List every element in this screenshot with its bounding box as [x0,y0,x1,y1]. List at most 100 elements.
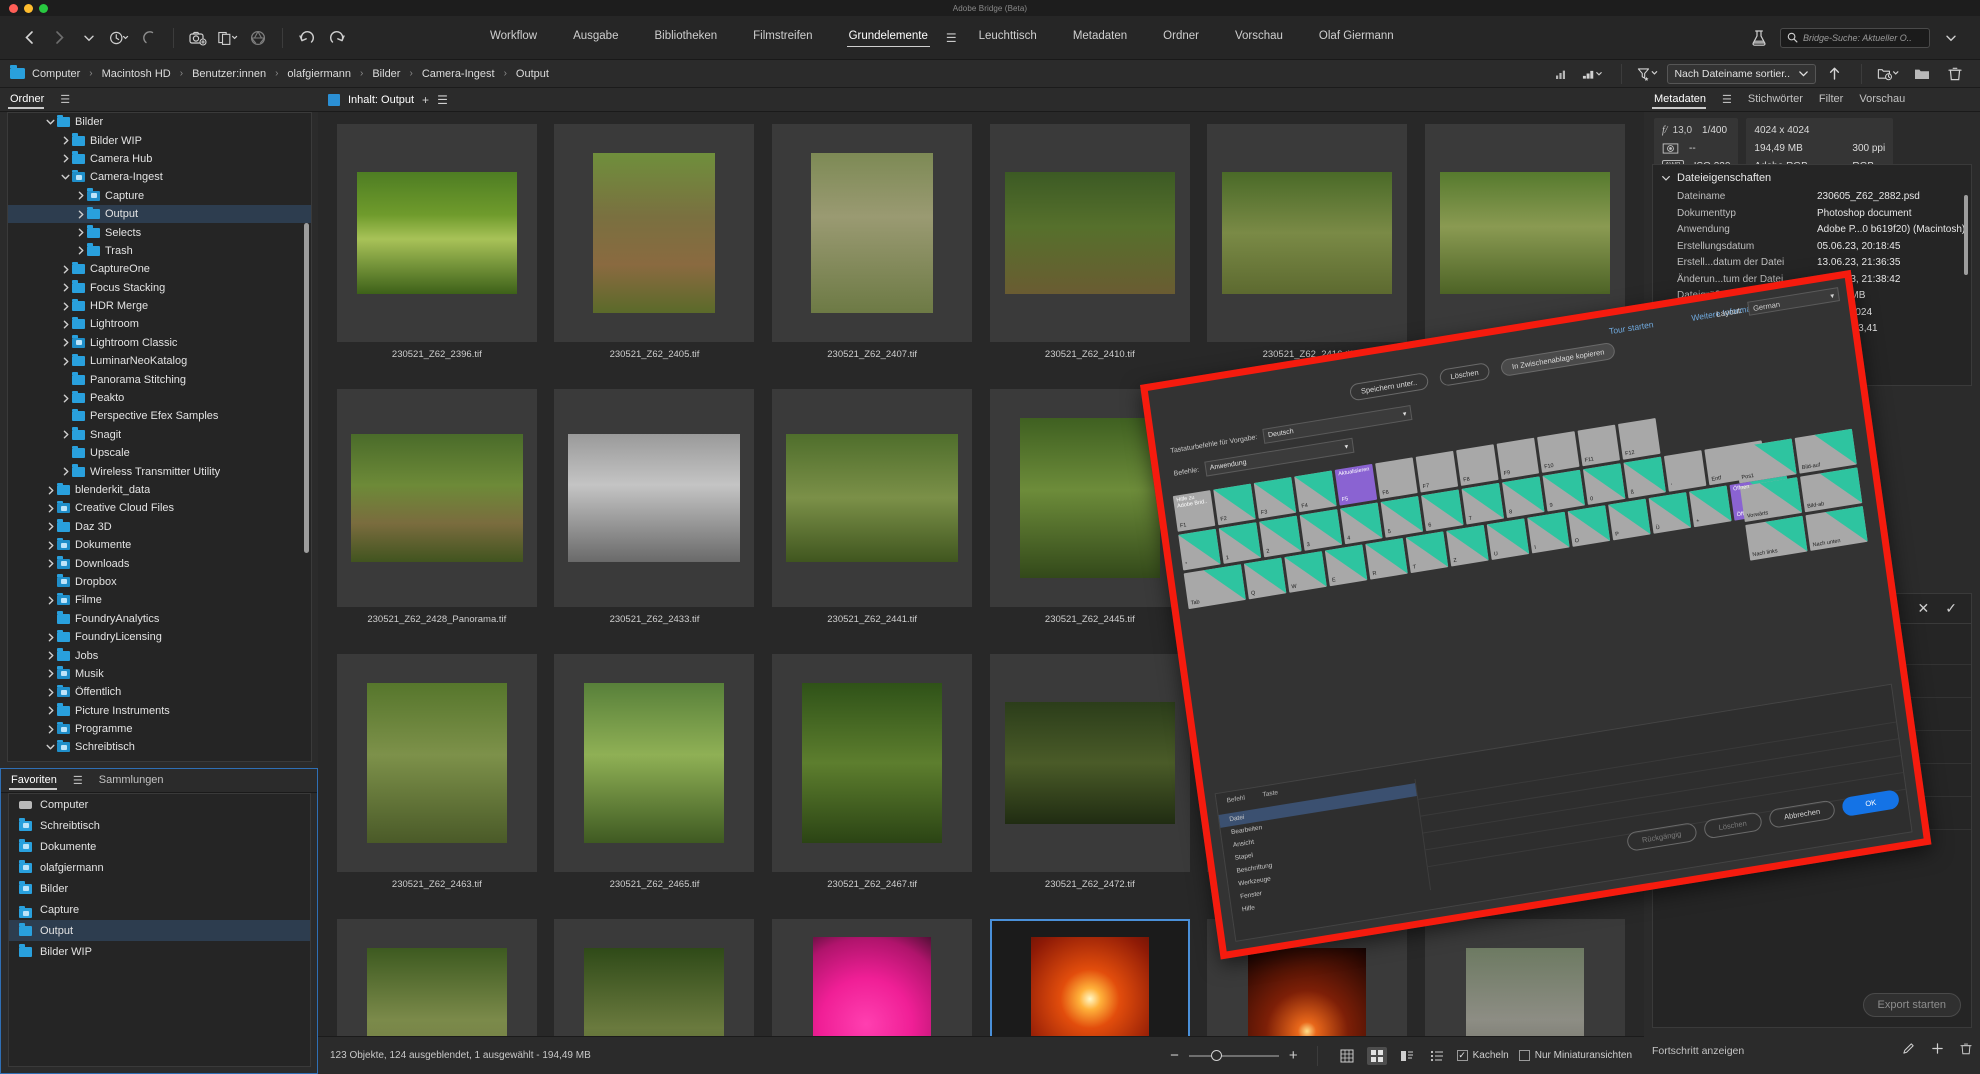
overlay-key[interactable]: P [1608,498,1651,541]
overlay-key[interactable]: R [1365,537,1408,580]
folder-tree-item[interactable]: Panorama Stitching [8,370,311,388]
folder-tree-item[interactable]: CaptureOne [8,260,311,278]
thumbnail-frame[interactable] [989,654,1190,872]
chevron-down-icon[interactable] [59,173,72,181]
chevron-right-icon[interactable] [44,522,57,531]
workspace-tab-leuchttisch[interactable]: Leuchttisch [961,26,1055,49]
thumbnail-cell[interactable]: 230521_Z62_2441.tif [763,385,981,650]
overlay-key[interactable]: 9 [1542,469,1585,512]
overlay-key[interactable]: Ü [1648,492,1692,534]
overlay-key[interactable]: F7 [1415,450,1459,493]
overlay-key[interactable]: Bild-auf [1794,428,1857,474]
chevron-right-icon[interactable] [44,596,57,605]
forward-icon[interactable] [44,23,74,53]
thumbnail-size-slider[interactable] [1188,1049,1279,1061]
overlay-key[interactable]: F10 [1537,431,1580,473]
overlay-key[interactable]: F6 [1375,457,1418,500]
overlay-key[interactable]: F9 [1496,437,1540,480]
overlay-key[interactable]: F8 [1456,444,1499,486]
overlay-key[interactable]: I [1527,511,1570,554]
thumbnail-cell[interactable] [763,915,981,1036]
overlay-key[interactable]: Bild-ab [1800,467,1863,513]
folder-tree-item[interactable]: Peakto [8,389,311,407]
overlay-keyboard-navpad[interactable]: Pos1 Bild-auf Vorwärts Bild-ab Nach links Nac… [1734,428,1868,561]
chevron-right-icon[interactable] [59,394,72,403]
folder-tree-item[interactable]: Trash [8,242,311,260]
overlay-key[interactable]: 2 [1259,515,1302,558]
folder-tree-item[interactable]: Daz 3D [8,518,311,536]
export-start-button[interactable]: Export starten [1862,993,1961,1017]
metadata-hamburger-icon[interactable]: ☰ [1722,93,1732,106]
thumbnail-frame[interactable] [336,919,537,1036]
thumbnail-cell[interactable] [1416,915,1634,1036]
favorites-hamburger-icon[interactable]: ☰ [73,774,83,787]
thumbnail-frame[interactable] [336,389,537,607]
overlay-key[interactable]: 6 [1421,489,1464,532]
tab-filter[interactable]: Filter [1817,90,1857,110]
chevron-right-icon[interactable] [59,320,72,329]
overlay-key[interactable]: Tab [1183,564,1246,610]
overlay-delete-button[interactable]: Löschen [1438,362,1491,387]
overlay-key[interactable]: + [1689,485,1732,528]
tab-vorschau[interactable]: Vorschau [1857,90,1919,110]
folder-tree-item[interactable]: Jobs [8,646,311,664]
chevron-right-icon[interactable] [59,136,72,145]
overlay-layout-select[interactable]: German ▾ [1747,287,1840,316]
folder-tree-item[interactable]: Downloads [8,554,311,572]
search-input[interactable]: Bridge-Suche: Aktueller O.. [1780,27,1930,48]
workspace-tab-bibliotheken[interactable]: Bibliotheken [636,26,735,49]
workspace-tab-workflow[interactable]: Workflow [472,26,555,49]
history-clock-icon[interactable] [104,23,134,53]
tab-metadaten[interactable]: Metadaten [1652,90,1720,110]
overlay-key[interactable]: O [1567,505,1611,547]
favorites-list-item[interactable]: Bilder [9,878,310,899]
thumbnail-frame[interactable] [554,389,755,607]
metadata-section-header[interactable]: Dateieigenschaften [1653,169,1971,189]
tab-sammlungen[interactable]: Sammlungen [97,771,178,791]
folder-tree-item[interactable]: Programme [8,720,311,738]
chevron-down-icon[interactable] [44,743,57,751]
favorites-list-item[interactable]: Output [9,920,310,941]
overlay-key[interactable]: 3 [1299,509,1343,551]
breadcrumb-item-benutzerinnen[interactable]: Benutzer:innen [192,68,266,80]
overlay-key[interactable]: 0 [1582,463,1626,505]
folder-tree-item[interactable]: Lightroom [8,315,311,333]
nur-miniaturansichten-checkbox[interactable]: Nur Miniaturansichten [1518,1050,1632,1061]
chevron-right-icon[interactable] [59,265,72,274]
thumbnail-cell[interactable]: 230521_Z62_2433.tif [546,385,764,650]
overlay-key[interactable]: Pos1 [1734,438,1797,484]
workspace-tab-ordner[interactable]: Ordner [1145,26,1217,49]
folder-icon[interactable] [1907,59,1937,89]
stack-copy-icon[interactable] [213,23,243,53]
overlay-key[interactable]: E [1324,544,1368,587]
thumbnail-cell[interactable]: 230521_Z62_2472.tif [981,650,1199,915]
plus-icon[interactable]: + [422,93,429,107]
new-folder-recent-icon[interactable] [1874,59,1904,89]
thumbnail-cell[interactable] [546,915,764,1036]
folder-tree-item[interactable]: Bilder WIP [8,131,311,149]
overlay-key[interactable]: 8 [1501,476,1545,519]
folder-tree-item[interactable]: Focus Stacking [8,279,311,297]
trash-icon[interactable] [1940,59,1970,89]
chevron-right-icon[interactable] [59,338,72,347]
thumbnail-frame[interactable] [554,124,755,342]
overlay-key[interactable]: ° [1178,528,1221,571]
filter-funnel-icon[interactable] [1634,59,1664,89]
chevron-right-icon[interactable] [74,191,87,200]
folder-tree-item[interactable]: FoundryLicensing [8,628,311,646]
grid-large-icon[interactable] [1337,1047,1357,1065]
folder-tree-item[interactable]: Öffentlich [8,683,311,701]
folders-hamburger-icon[interactable]: ☰ [60,93,70,106]
arrow-up-icon[interactable] [1819,59,1849,89]
folder-tree-item[interactable]: Capture [8,187,311,205]
folder-tree-item[interactable]: Output [8,204,311,224]
workspace-tab-olaf-giermann[interactable]: Olaf Giermann [1301,26,1412,49]
zoom-out-button[interactable]: − [1170,1048,1179,1063]
folder-tree-item[interactable]: Dropbox [8,573,311,591]
thumbnail-frame[interactable] [554,654,755,872]
thumbnail-frame[interactable] [1425,919,1626,1036]
thumbnail-cell[interactable]: 230521_Z62_2396.tif [328,120,546,385]
folder-tree-item[interactable]: Perspective Efex Samples [8,407,311,425]
thumbnail-frame[interactable] [772,919,973,1036]
overlay-key[interactable]: F4 [1294,470,1337,513]
